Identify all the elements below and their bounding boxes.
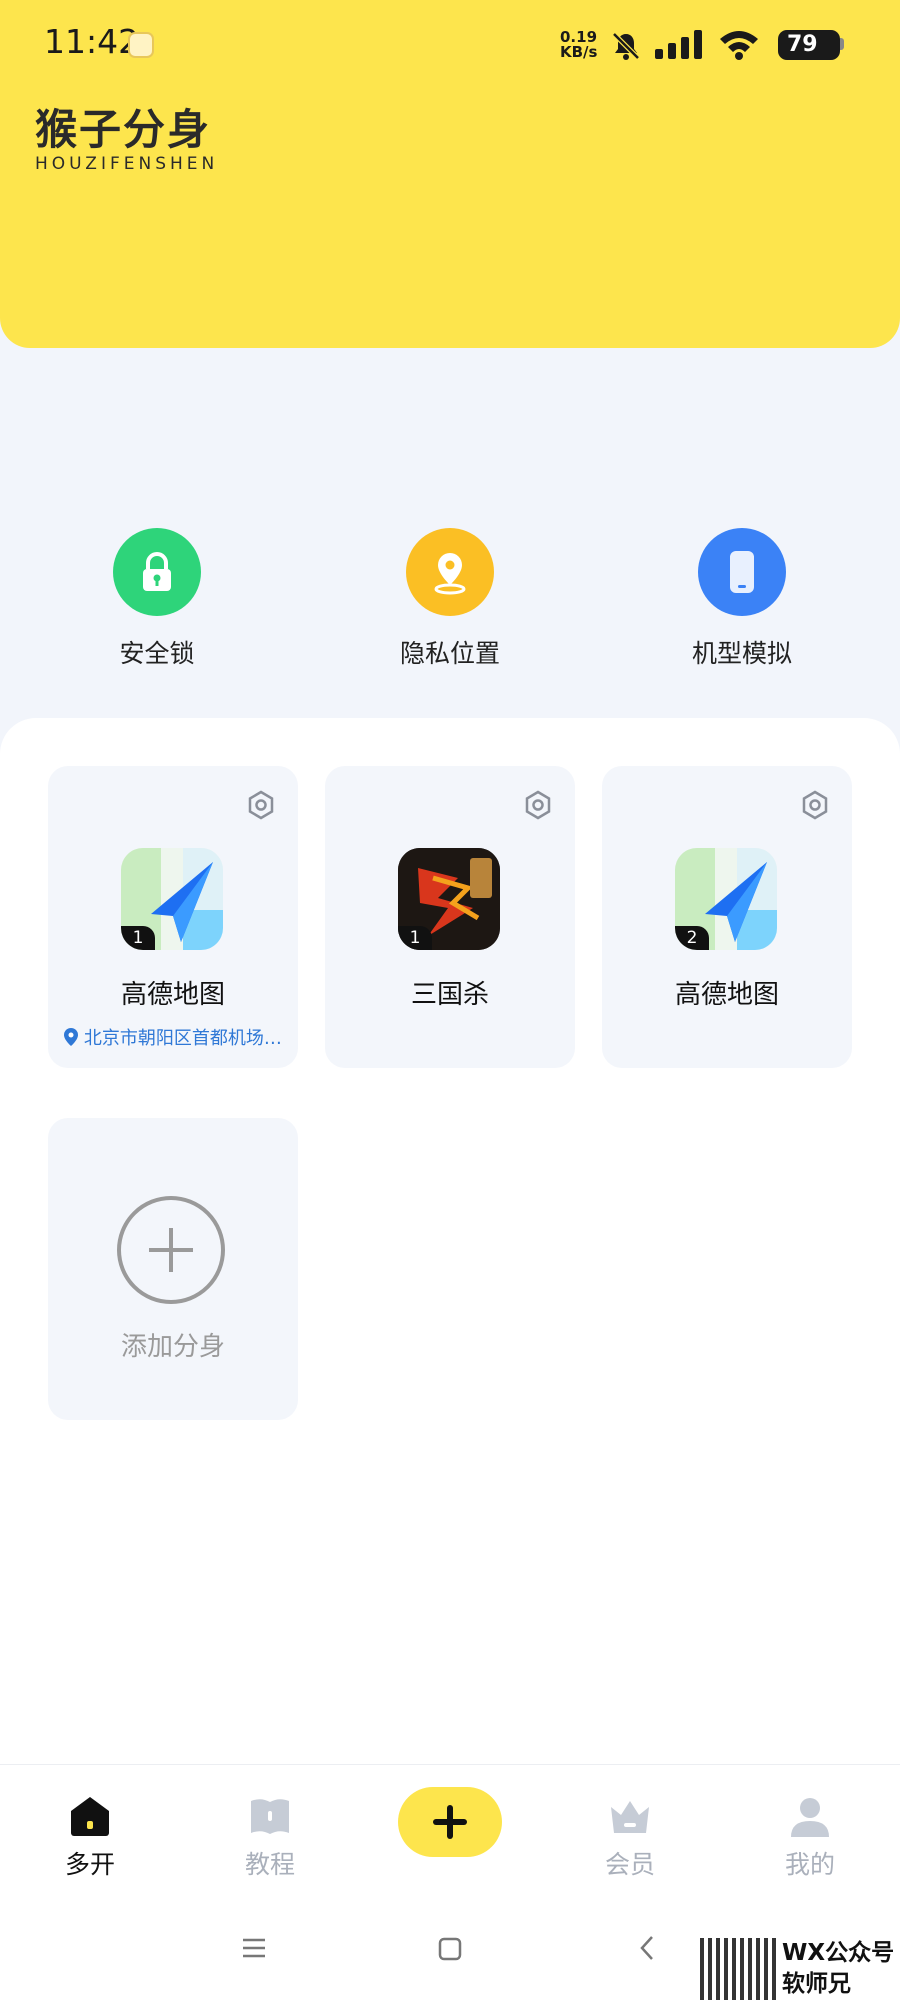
brand-name-en: HOUZIFENSHEN [35, 154, 219, 174]
quick-action-private-location[interactable]: 隐私位置 [350, 528, 550, 670]
add-button[interactable] [398, 1787, 502, 1857]
header-banner: 11:42 0.19 KB/s 79 猴子分身 HOUZIFENSHEN [0, 0, 900, 348]
nav-label: 教程 [244, 1850, 295, 1879]
signal-icon [655, 30, 702, 59]
home-icon [71, 1797, 109, 1836]
app-name: 三国杀 [410, 980, 489, 1010]
quick-action-device-simulation[interactable]: 机型模拟 [642, 528, 842, 670]
app-card-amap-2[interactable]: 2 高德地图 [602, 766, 852, 1068]
watermark: WX公众号 软师兄 [700, 1938, 900, 2000]
network-speed: 0.19 KB/s [560, 30, 597, 60]
watermark-text: WX公众号 软师兄 [782, 1938, 894, 2000]
quick-action-label: 机型模拟 [691, 639, 792, 668]
menu-icon[interactable] [240, 1936, 268, 1960]
nav-label: 会员 [604, 1850, 655, 1879]
nav-item-tutorial[interactable]: 教程 [210, 1793, 330, 1881]
clone-apps-panel: 1 高德地图 北京市朝阳区首都机场… 1 三国杀 2 高德地图 添加分身 [0, 718, 900, 1818]
battery-indicator: 79 [778, 30, 840, 60]
app-name: 高德地图 [674, 980, 779, 1010]
settings-gear-icon[interactable] [800, 790, 830, 820]
add-clone-label: 添加分身 [120, 1332, 225, 1362]
sanguosha-icon: 1 [398, 848, 500, 950]
watermark-line2: 软师兄 [782, 1971, 851, 1997]
user-icon [791, 1798, 829, 1837]
nav-label: 多开 [64, 1850, 115, 1879]
qr-code-image [700, 1938, 776, 2000]
quick-action-label: 隐私位置 [399, 639, 500, 668]
app-card-sanguosha[interactable]: 1 三国杀 [325, 766, 575, 1068]
bottom-nav: 多开 教程 会员 我的 [0, 1764, 900, 1895]
wifi-icon [720, 31, 758, 60]
nav-label: 我的 [784, 1850, 835, 1879]
crown-icon [611, 1801, 649, 1833]
nav-item-profile[interactable]: 我的 [750, 1793, 870, 1881]
amap-icon: 2 [675, 848, 777, 950]
app-location-text: 北京市朝阳区首都机场… [48, 1024, 298, 1050]
home-square-icon[interactable] [437, 1936, 463, 1962]
app-location-label: 北京市朝阳区首都机场… [83, 1028, 282, 1049]
app-card-amap-1[interactable]: 1 高德地图 北京市朝阳区首都机场… [48, 766, 298, 1068]
settings-gear-icon[interactable] [523, 790, 553, 820]
settings-gear-icon[interactable] [246, 790, 276, 820]
app-name: 高德地图 [120, 980, 225, 1010]
battery-tip [840, 38, 844, 50]
add-plus-icon [117, 1196, 225, 1304]
clone-number-badge: 2 [675, 926, 709, 950]
nav-item-membership[interactable]: 会员 [570, 1793, 690, 1881]
mute-bell-icon [612, 32, 640, 60]
quick-action-label: 安全锁 [119, 639, 195, 668]
location-marker-icon [64, 1028, 79, 1046]
book-icon [251, 1799, 289, 1834]
back-icon[interactable] [636, 1934, 658, 1962]
notification-app-icon [128, 32, 154, 58]
quick-actions: 安全锁 隐私位置 机型模拟 [0, 528, 900, 688]
net-speed-unit: KB/s [560, 43, 598, 61]
clone-number-badge: 1 [121, 926, 155, 950]
status-bar: 11:42 0.19 KB/s 79 [0, 0, 900, 90]
brand-logo: 猴子分身 HOUZIFENSHEN [35, 105, 219, 175]
nav-item-multi-open[interactable]: 多开 [30, 1793, 150, 1881]
phone-icon [698, 528, 786, 616]
watermark-line1: WX公众号 [782, 1940, 895, 1966]
plus-icon [433, 1805, 467, 1839]
amap-icon: 1 [121, 848, 223, 950]
location-pin-icon [406, 528, 494, 616]
add-clone-card[interactable]: 添加分身 [48, 1118, 298, 1420]
lock-icon [113, 528, 201, 616]
status-time: 11:42 [44, 22, 140, 61]
brand-name-cn: 猴子分身 [35, 105, 212, 154]
clone-number-badge: 1 [398, 926, 432, 950]
quick-action-security-lock[interactable]: 安全锁 [57, 528, 257, 670]
